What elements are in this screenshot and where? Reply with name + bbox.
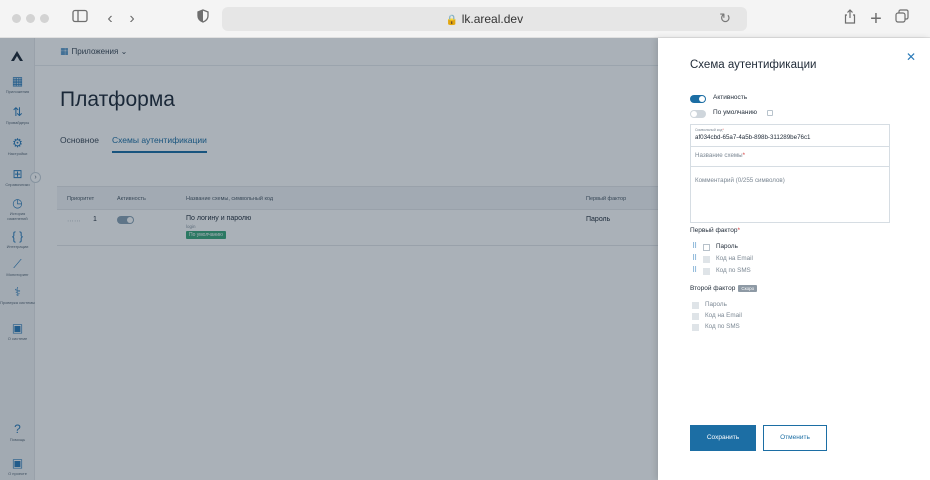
comment-field[interactable]: Комментарий (0/255 символов) (691, 167, 889, 222)
second-factor-label: Второй фактор Скоро (690, 285, 758, 293)
option-label: Код на Email (705, 312, 742, 319)
active-toggle[interactable] (690, 95, 706, 103)
comment-placeholder: Комментарий (0/255 символов) (695, 177, 785, 184)
code-field-label-text: Символьный код (695, 128, 723, 132)
app-window: ▦ Приложения ⇅ Провайдеры ⚙ Настройки ⊞ … (0, 38, 930, 480)
required-marker: * (722, 128, 724, 132)
window-close-dot[interactable] (12, 14, 21, 23)
first-factor-password-checkbox[interactable] (703, 244, 710, 251)
auth-scheme-drawer: Схема аутентификации ✕ Активность По умо… (658, 38, 930, 480)
default-toggle-label: По умолчанию (713, 109, 757, 116)
required-marker: * (742, 152, 746, 159)
code-field-label: Символьный код* (695, 128, 724, 132)
drag-handle-icon[interactable]: ⠿ (692, 267, 697, 275)
second-factor-email-checkbox (692, 313, 699, 320)
modal-backdrop[interactable] (0, 38, 658, 480)
tabs-overview-icon[interactable] (894, 9, 910, 29)
drawer-title: Схема аутентификации (690, 59, 817, 71)
cancel-button[interactable]: Отменить (763, 425, 827, 451)
soon-badge: Скоро (738, 285, 758, 292)
url-text: lk.areal.dev (461, 12, 524, 26)
window-zoom-dot[interactable] (40, 14, 49, 23)
first-factor-email-checkbox[interactable] (703, 256, 710, 263)
save-button[interactable]: Сохранить (690, 425, 756, 451)
drag-handle-icon[interactable]: ⠿ (692, 243, 697, 251)
drag-handle-icon[interactable]: ⠿ (692, 255, 697, 263)
info-icon[interactable] (767, 110, 773, 116)
scheme-form-fields: Символьный код* af034cbd-65a7-4a5b-898b-… (690, 124, 890, 223)
window-minimize-dot[interactable] (26, 14, 35, 23)
first-factor-label-text: Первый фактор (690, 227, 738, 234)
second-factor-sms-checkbox (692, 324, 699, 331)
active-toggle-label: Активность (713, 94, 748, 101)
close-icon[interactable]: ✕ (906, 50, 916, 64)
back-icon[interactable]: ‹ (104, 9, 116, 29)
lock-icon: 🔒 (445, 15, 459, 26)
required-marker: * (737, 227, 741, 234)
second-factor-password-checkbox (692, 302, 699, 309)
default-toggle[interactable] (690, 110, 706, 118)
code-field-value: af034cbd-65a7-4a5b-898b-311289be76c1 (695, 134, 811, 141)
scheme-name-placeholder-text: Название схемы (695, 152, 743, 159)
forward-icon[interactable]: › (126, 9, 138, 29)
sidebar-toggle-icon[interactable] (71, 9, 89, 29)
share-icon[interactable] (843, 9, 857, 29)
address-url: 🔒 lk.areal.dev (222, 12, 747, 26)
shield-privacy-icon[interactable] (196, 9, 210, 29)
first-factor-label: Первый фактор* (690, 227, 740, 234)
option-label: Код на Email (716, 255, 753, 262)
code-field[interactable]: Символьный код* af034cbd-65a7-4a5b-898b-… (691, 125, 889, 147)
new-tab-icon[interactable]: + (869, 9, 883, 29)
first-factor-sms-checkbox[interactable] (703, 268, 710, 275)
address-bar[interactable]: 🔒 lk.areal.dev ↻ (222, 7, 747, 31)
option-label: Код по SMS (716, 267, 751, 274)
scheme-name-field[interactable]: Название схемы* (691, 147, 889, 167)
scheme-name-placeholder: Название схемы* (695, 152, 745, 159)
reload-icon[interactable]: ↻ (719, 10, 731, 27)
option-label: Пароль (705, 301, 727, 308)
option-label: Пароль (716, 243, 738, 250)
second-factor-label-text: Второй фактор (690, 285, 736, 293)
browser-toolbar: ‹ › 🔒 lk.areal.dev ↻ + (0, 0, 930, 38)
option-label: Код по SMS (705, 323, 740, 330)
